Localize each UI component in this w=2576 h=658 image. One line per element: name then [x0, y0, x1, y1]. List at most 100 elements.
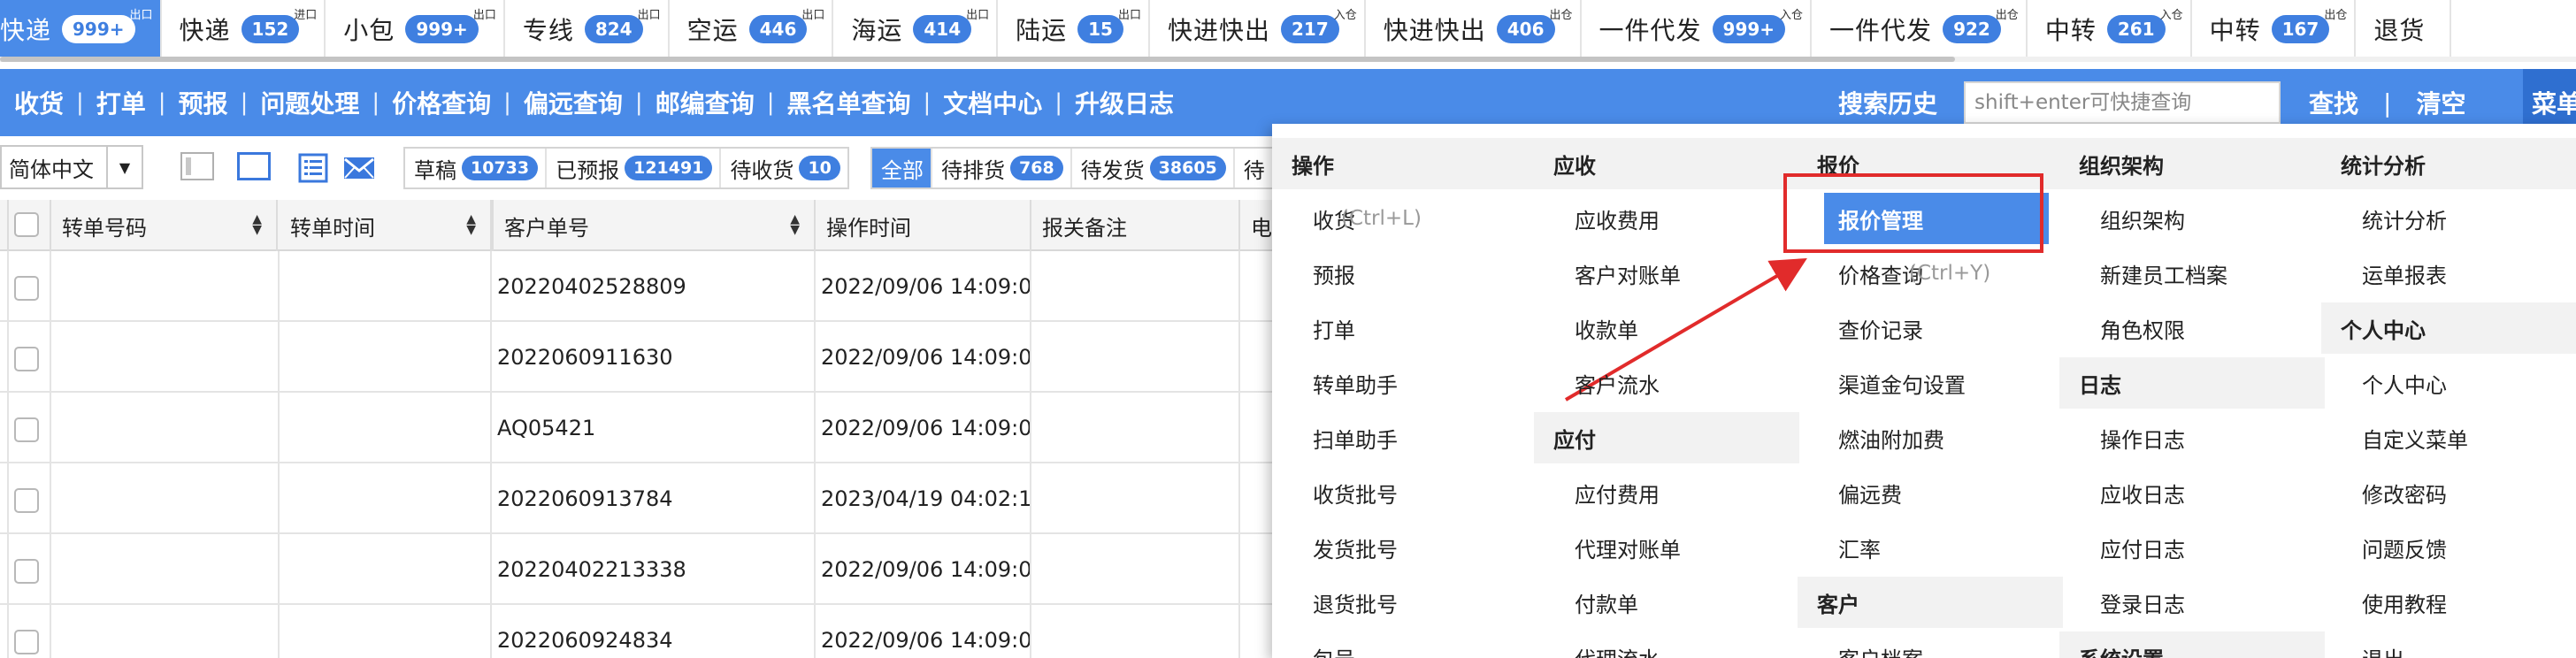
table-row[interactable]: 2022060911630 2022/09/06 14:09:07	[0, 322, 1274, 393]
nav-link[interactable]: 收货	[14, 85, 64, 120]
menu-item[interactable]: 发货批号	[1272, 522, 1537, 573]
quick-search-input[interactable]	[1964, 81, 2281, 124]
module-tab[interactable]: 快递 152 进口	[162, 0, 326, 58]
nav-link[interactable]: 邮编查询	[656, 85, 755, 120]
menu-item[interactable]: 客户对账单	[1534, 248, 1799, 299]
menu-item[interactable]: 组织架构	[2059, 193, 2325, 244]
sort-icon[interactable]: ▲ ▼	[252, 213, 262, 236]
table-row[interactable]: AQ05421 2022/09/06 14:09:07	[0, 393, 1274, 463]
table-row[interactable]: 2022060924834 2022/09/06 14:09:07	[0, 605, 1274, 658]
module-tab[interactable]: 专线 824 出口	[505, 0, 670, 58]
sort-icon[interactable]: ▲ ▼	[790, 213, 800, 236]
menu-item[interactable]: 收货批号	[1272, 467, 1537, 518]
row-checkbox[interactable]	[14, 347, 39, 371]
table-row[interactable]: 20220402213338 2022/09/06 14:09:07	[0, 534, 1274, 605]
wide-view-button[interactable]	[230, 145, 278, 189]
menu-item[interactable]: 个人中心	[2321, 357, 2576, 409]
select-all-checkbox[interactable]	[14, 212, 39, 237]
nav-link[interactable]: 问题处理	[260, 85, 359, 120]
tab-scrollbar-thumb[interactable]	[0, 57, 1955, 62]
table-row[interactable]: 2022060913784 2023/04/19 04:02:12	[0, 463, 1274, 534]
menu-item[interactable]: 扫单助手	[1272, 412, 1537, 463]
sort-icon[interactable]: ▲ ▼	[466, 213, 476, 236]
menu-item[interactable]: 运单报表	[2321, 248, 2576, 299]
menu-item[interactable]: 使用教程	[2321, 577, 2576, 628]
column-header-operation-time[interactable]: 操作时间	[816, 200, 1031, 251]
menu-item[interactable]: 应收日志	[2059, 467, 2325, 518]
module-tab[interactable]: 海运 414 出口	[833, 0, 999, 58]
status-filter-button[interactable]: 已预报 121491	[547, 149, 722, 187]
menu-item[interactable]: 修改密码	[2321, 467, 2576, 518]
module-tab[interactable]: 一件代发 922 出仓	[1812, 0, 2028, 58]
row-checkbox[interactable]	[14, 559, 39, 584]
single-pane-view-button[interactable]	[173, 145, 221, 189]
module-tab[interactable]: 中转 261 入仓	[2028, 0, 2192, 58]
column-header-transfer-no[interactable]: 转单号码 ▲ ▼	[50, 200, 278, 251]
search-history-button[interactable]: 搜索历史	[1838, 85, 1937, 120]
menu-item[interactable]: 客户档案	[1798, 631, 2063, 658]
status-filter-button[interactable]: 待	[1235, 149, 1272, 187]
list-view-icon[interactable]	[297, 152, 329, 184]
module-tab[interactable]: 空运 446 出口	[670, 0, 834, 58]
mail-icon[interactable]	[341, 152, 377, 184]
status-filter-button[interactable]: 草稿 10733	[405, 149, 548, 187]
menu-item[interactable]: 操作日志	[2059, 412, 2325, 463]
menu-item[interactable]: 燃油附加费	[1798, 412, 2063, 463]
menu-item[interactable]: 收款单	[1534, 302, 1799, 354]
status-filter-button[interactable]: 待发货 38605	[1072, 149, 1235, 187]
column-header-customs-note[interactable]: 报关备注	[1031, 200, 1240, 251]
module-tab[interactable]: 中转 167 出仓	[2192, 0, 2357, 58]
module-tab[interactable]: 快进快出 406 出仓	[1366, 0, 1582, 58]
module-tab[interactable]: 陆运 15 出口	[998, 0, 1150, 58]
menu-item[interactable]: 应收费用	[1534, 193, 1799, 244]
table-row[interactable]: 20220402528809 2022/09/06 14:09:07	[0, 251, 1274, 322]
menu-item[interactable]: 代理流水	[1534, 631, 1799, 658]
nav-link[interactable]: 升级日志	[1075, 85, 1174, 120]
menu-item[interactable]: 收货 (Ctrl+L)	[1272, 193, 1537, 244]
column-header-transfer-time[interactable]: 转单时间 ▲ ▼	[280, 200, 492, 251]
language-select[interactable]: 简体中文 ▼	[0, 145, 143, 189]
nav-link[interactable]: 黑名单查询	[786, 85, 910, 120]
nav-link[interactable]: 价格查询	[392, 85, 491, 120]
menu-item[interactable]: 退货批号	[1272, 577, 1537, 628]
status-filter-button[interactable]: 待排货 768	[932, 149, 1072, 187]
menu-item[interactable]: 退出	[2321, 631, 2576, 658]
menu-item[interactable]: 新建员工档案	[2059, 248, 2325, 299]
menu-item[interactable]: 包号	[1272, 631, 1537, 658]
status-filter-button[interactable]: 待收货 10	[721, 149, 847, 187]
menu-item[interactable]: 转单助手	[1272, 357, 1537, 409]
menu-item[interactable]: 自定义菜单	[2321, 412, 2576, 463]
menu-item[interactable]: 价格查询 (Ctrl+Y)	[1798, 248, 2063, 299]
menu-item[interactable]: 报价管理	[1798, 193, 2063, 244]
nav-link[interactable]: 预报	[179, 85, 228, 120]
status-filter-button[interactable]: 全部	[872, 149, 932, 187]
nav-link[interactable]: 文档中心	[943, 85, 1042, 120]
module-tab[interactable]: 一件代发 999+ 入仓	[1582, 0, 1813, 58]
menu-item[interactable]: 应付日志	[2059, 522, 2325, 573]
menu-item[interactable]: 问题反馈	[2321, 522, 2576, 573]
module-tab[interactable]: 快进快出 217 入仓	[1150, 0, 1366, 58]
column-header-customer-no[interactable]: 客户单号 ▲ ▼	[492, 200, 816, 251]
nav-link[interactable]: 打单	[96, 85, 146, 120]
module-tab[interactable]: 小包 999+ 出口	[326, 0, 505, 58]
clear-button[interactable]: 清空	[2416, 85, 2465, 120]
menu-item[interactable]: 统计分析	[2321, 193, 2576, 244]
menu-item[interactable]: 渠道金句设置	[1798, 357, 2063, 409]
row-checkbox[interactable]	[14, 417, 39, 442]
menu-item[interactable]: 预报	[1272, 248, 1537, 299]
menu-item[interactable]: 打单	[1272, 302, 1537, 354]
menu-item[interactable]: 登录日志	[2059, 577, 2325, 628]
nav-link[interactable]: 偏远查询	[524, 85, 623, 120]
menu-item[interactable]: 代理对账单	[1534, 522, 1799, 573]
menu-item[interactable]: 汇率	[1798, 522, 2063, 573]
row-checkbox[interactable]	[14, 630, 39, 654]
menu-item[interactable]: 付款单	[1534, 577, 1799, 628]
row-checkbox[interactable]	[14, 276, 39, 301]
menu-item[interactable]: 客户流水	[1534, 357, 1799, 409]
module-tab[interactable]: 退货	[2356, 0, 2452, 58]
menu-item[interactable]: 偏远费	[1798, 467, 2063, 518]
menu-item[interactable]: 角色权限	[2059, 302, 2325, 354]
module-tab[interactable]: 快递 999+ 出口	[0, 0, 162, 58]
find-button[interactable]: 查找	[2309, 85, 2358, 120]
menu-item[interactable]: 查价记录	[1798, 302, 2063, 354]
